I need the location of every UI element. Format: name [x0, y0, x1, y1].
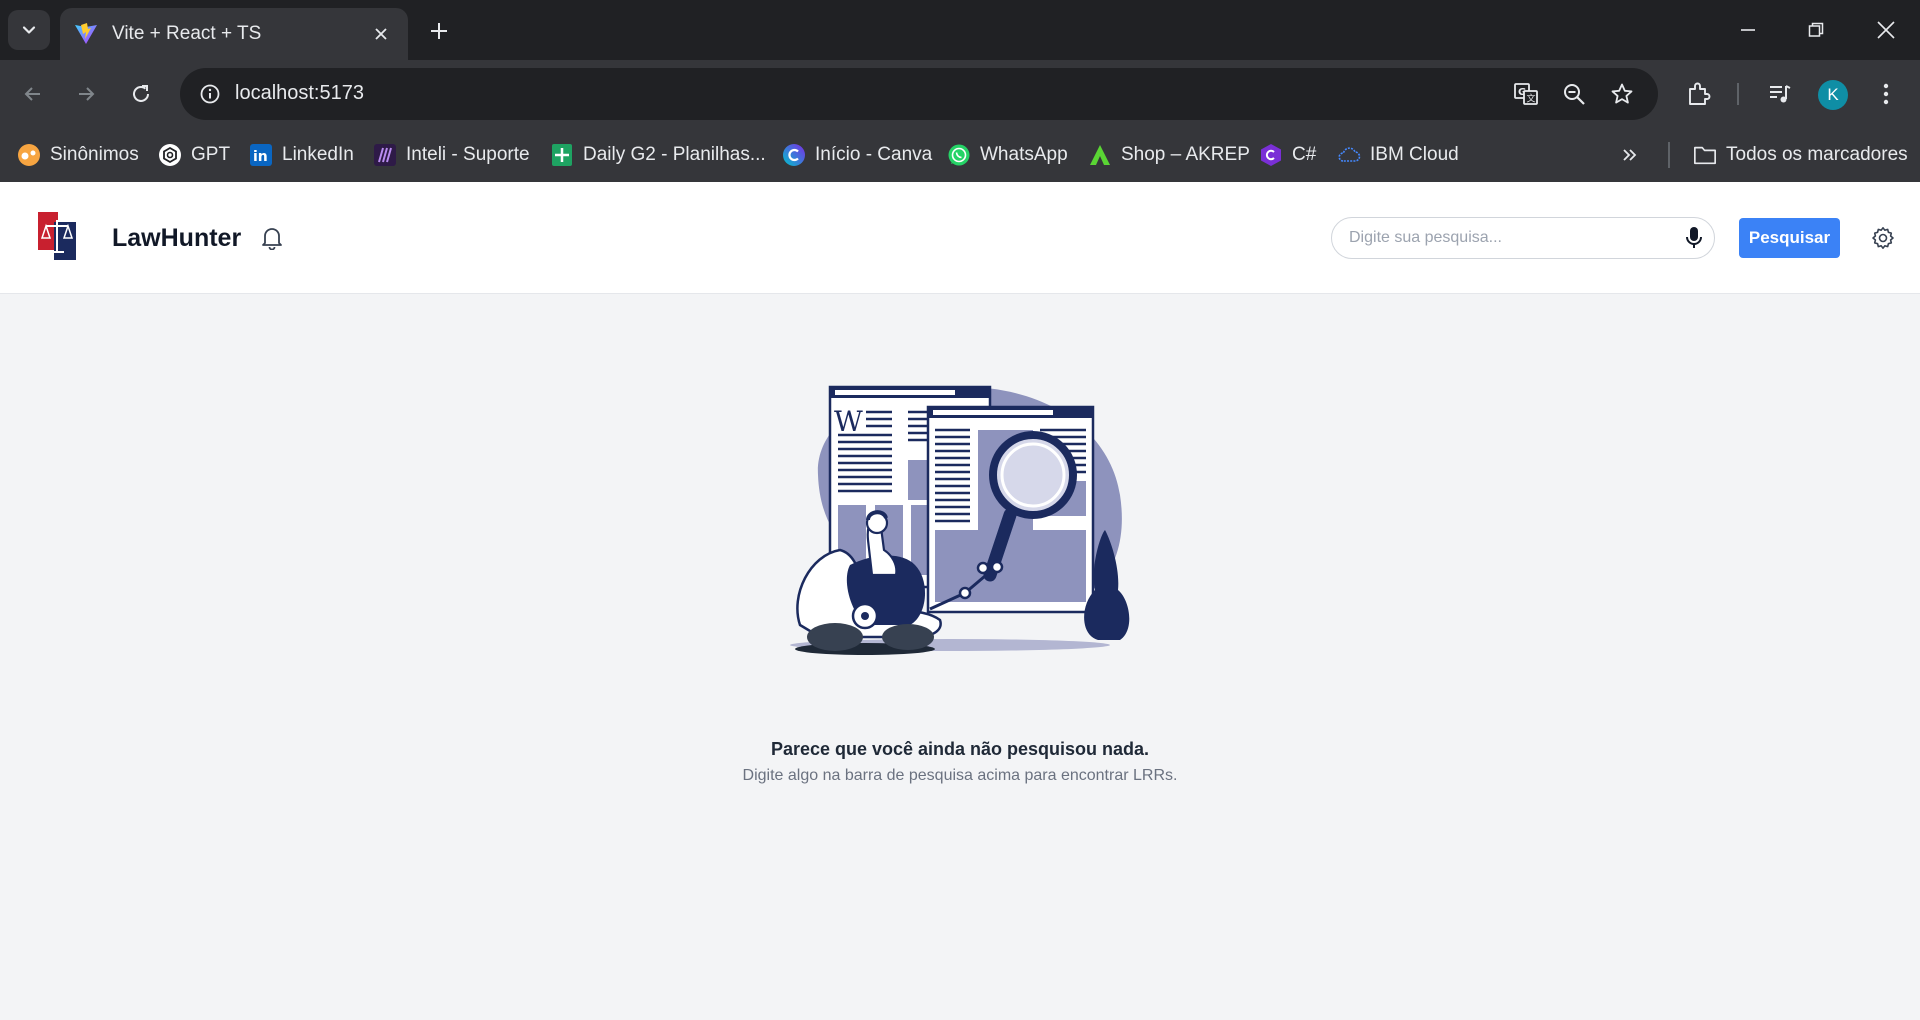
empty-state-subtitle: Digite algo na barra de pesquisa acima p…: [742, 767, 1178, 784]
vite-icon: [74, 22, 98, 46]
bookmark-label: Daily G2 - Planilhas...: [583, 144, 766, 165]
bookmark-canva[interactable]: Início - Canva: [782, 140, 932, 170]
bookmark-whatsapp[interactable]: WhatsApp: [947, 140, 1068, 170]
plus-icon: [431, 23, 447, 39]
back-button[interactable]: [13, 74, 53, 114]
lawhunter-logo: [36, 210, 78, 262]
microphone-icon[interactable]: [1682, 226, 1706, 250]
tab-active[interactable]: Vite + React + TS: [60, 8, 408, 60]
bookmark-label: Início - Canva: [815, 144, 933, 165]
bookmark-csharp[interactable]: C#: [1259, 140, 1316, 170]
sheets-icon: [550, 143, 574, 167]
more-menu-icon[interactable]: [1866, 74, 1906, 114]
app-header: LawHunter Pesquisar: [0, 182, 1920, 294]
main-content: W Parece que você ainda não pesquisou na…: [0, 295, 1920, 1020]
new-tab-button[interactable]: [422, 14, 456, 48]
search-input[interactable]: [1349, 218, 1669, 258]
zoom-icon[interactable]: [1558, 78, 1590, 110]
bookmarks-bar: Sinônimos GPT in LinkedIn Inteli - Supor…: [0, 128, 1920, 182]
minimize-icon: [1741, 29, 1755, 31]
gear-icon[interactable]: [1869, 224, 1897, 252]
bookmarks-overflow-button[interactable]: [1621, 140, 1639, 170]
whatsapp-icon: [947, 143, 971, 167]
close-icon: [1877, 21, 1895, 39]
bookmark-inteli[interactable]: Inteli - Suporte: [373, 140, 530, 170]
csharp-icon: [1259, 143, 1283, 167]
chevron-down-icon: [22, 26, 36, 34]
bookmark-sinonimos[interactable]: Sinônimos: [17, 140, 139, 170]
folder-icon: [1693, 143, 1717, 167]
empty-state-illustration: W: [780, 375, 1150, 675]
all-bookmarks-label: Todos os marcadores: [1726, 144, 1908, 165]
sinonimos-icon: [17, 143, 41, 167]
bookmark-linkedin[interactable]: in LinkedIn: [249, 140, 354, 170]
reload-icon: [133, 85, 149, 102]
bookmark-label: GPT: [191, 144, 231, 165]
bookmark-label: C#: [1292, 144, 1317, 165]
bookmarks-divider: [1668, 142, 1670, 168]
illustration-letter: W: [834, 405, 863, 438]
chevron-double-right-icon: [1623, 149, 1637, 161]
bookmark-label: WhatsApp: [980, 144, 1068, 165]
close-window-button[interactable]: [1852, 0, 1920, 60]
bookmark-daily-g2[interactable]: Daily G2 - Planilhas...: [550, 140, 766, 170]
address-bar[interactable]: localhost:5173 G文: [180, 68, 1658, 120]
bookmark-akrep[interactable]: Shop – AKREP: [1088, 140, 1250, 170]
tab-search-button[interactable]: [8, 10, 50, 50]
canva-icon: [782, 143, 806, 167]
address-url: localhost:5173: [235, 82, 364, 104]
browser-tabstrip: Vite + React + TS: [0, 0, 1920, 60]
restore-button[interactable]: [1782, 0, 1850, 60]
bookmark-label: IBM Cloud: [1370, 144, 1459, 165]
all-bookmarks-folder[interactable]: Todos os marcadores: [1693, 140, 1908, 170]
toolbar-divider: [1737, 83, 1739, 105]
akrep-icon: [1088, 143, 1112, 167]
tab-title: Vite + React + TS: [112, 23, 262, 44]
media-control-icon[interactable]: [1760, 74, 1800, 114]
bookmark-ibm-cloud[interactable]: IBM Cloud: [1337, 140, 1459, 170]
reload-button[interactable]: [121, 74, 161, 114]
bell-icon[interactable]: [258, 224, 286, 252]
search-box: [1331, 217, 1715, 259]
translate-icon[interactable]: G文: [1510, 78, 1542, 110]
extensions-icon[interactable]: [1679, 74, 1719, 114]
site-info-icon[interactable]: [192, 76, 228, 112]
bookmark-label: Sinônimos: [50, 144, 139, 165]
empty-state-title: Parece que você ainda não pesquisou nada…: [770, 739, 1150, 759]
arrow-left-icon: [24, 87, 40, 101]
linkedin-icon: in: [249, 143, 273, 167]
bookmark-label: Inteli - Suporte: [406, 144, 530, 165]
minimize-button[interactable]: [1714, 0, 1782, 60]
svg-text:文: 文: [1527, 93, 1536, 105]
bookmark-label: Shop – AKREP: [1121, 144, 1250, 165]
search-button[interactable]: Pesquisar: [1739, 218, 1840, 258]
bookmark-star-icon[interactable]: [1606, 78, 1638, 110]
arrow-right-icon: [79, 87, 95, 101]
bookmark-label: LinkedIn: [282, 144, 354, 165]
inteli-icon: [373, 143, 397, 167]
restore-icon: [1808, 22, 1824, 37]
profile-avatar[interactable]: K: [1818, 80, 1848, 110]
brand-name: LawHunter: [112, 224, 242, 252]
browser-toolbar: localhost:5173 G文 K: [0, 60, 1920, 128]
gpt-icon: [158, 143, 182, 167]
forward-button[interactable]: [66, 74, 106, 114]
ibm-cloud-icon: [1337, 143, 1361, 167]
close-tab-icon[interactable]: [368, 21, 394, 47]
svg-text:in: in: [253, 149, 268, 165]
bookmark-gpt[interactable]: GPT: [158, 140, 230, 170]
